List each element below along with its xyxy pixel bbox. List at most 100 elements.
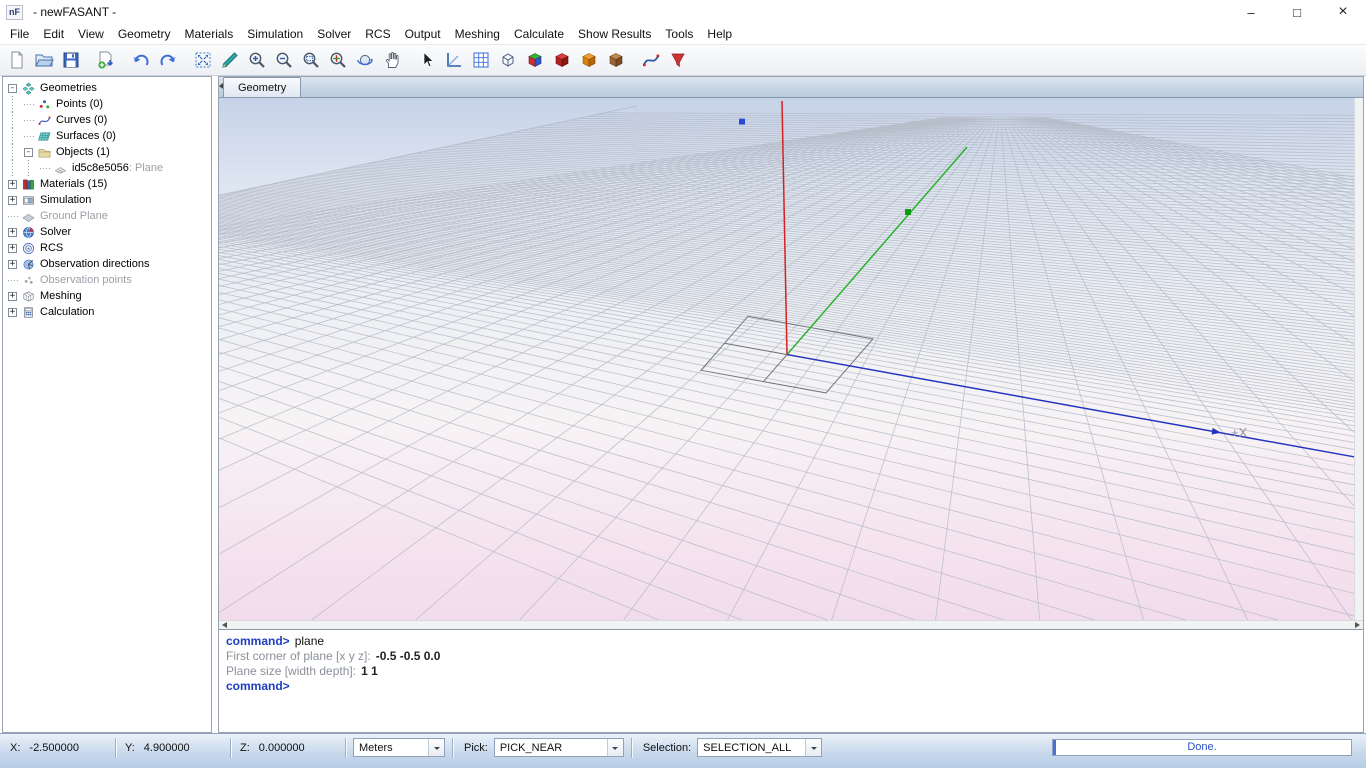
tree-item-objects-1[interactable]: -Objects (1) [3, 144, 211, 160]
ortho-lines-button[interactable] [440, 47, 467, 74]
new-file-button[interactable] [3, 47, 30, 74]
ground-icon [22, 209, 36, 223]
paint-brush-button[interactable] [216, 47, 243, 74]
minimize-button[interactable]: – [1228, 0, 1274, 24]
menu-materials[interactable]: Materials [178, 25, 241, 43]
menu-edit[interactable]: Edit [36, 25, 71, 43]
units-dropdown[interactable]: Meters [353, 738, 445, 757]
save-button[interactable] [57, 47, 84, 74]
surfaces-icon [38, 129, 52, 143]
tree-item-points-0[interactable]: Points (0) [3, 96, 211, 112]
cube-brown-button[interactable] [602, 47, 629, 74]
tree-item-rcs[interactable]: +RCS [3, 240, 211, 256]
menu-simulation[interactable]: Simulation [240, 25, 310, 43]
tree-guide [8, 112, 24, 128]
menu-file[interactable]: File [3, 25, 36, 43]
tree-item-label: Materials (15) [40, 178, 107, 190]
menu-meshing[interactable]: Meshing [448, 25, 507, 43]
expand-toggle[interactable]: + [8, 260, 17, 269]
tree-item-surfaces-0[interactable]: Surfaces (0) [3, 128, 211, 144]
menu-geometry[interactable]: Geometry [111, 25, 178, 43]
tree-item-observation-directions[interactable]: +Observation directions [3, 256, 211, 272]
zoom-in-button[interactable] [243, 47, 270, 74]
tree-item-solver[interactable]: +Solver [3, 224, 211, 240]
viewport-canvas[interactable]: +X [219, 98, 1354, 620]
select-cursor-button[interactable] [413, 47, 440, 74]
viewport-3d[interactable]: +X [219, 98, 1354, 620]
console-echo-label: Plane size [width depth]: [226, 664, 356, 678]
menu-view[interactable]: View [71, 25, 111, 43]
cube-orange-button[interactable] [575, 47, 602, 74]
menu-solver[interactable]: Solver [310, 25, 358, 43]
redo-button[interactable] [154, 47, 181, 74]
tree-item-materials-15[interactable]: + Materials (15) [3, 176, 211, 192]
tab-geometry[interactable]: Geometry [223, 77, 301, 97]
cube-wireframe-button[interactable] [494, 47, 521, 74]
main-area: -GeometriesPoints (0)Curves (0)Surfaces … [0, 76, 1366, 733]
pan-hand-button[interactable] [378, 47, 405, 74]
pick-mode-dropdown[interactable]: PICK_NEAR [494, 738, 624, 757]
cube-red-button[interactable] [548, 47, 575, 74]
chevron-down-icon[interactable] [805, 739, 821, 756]
viewport-vertical-scrollbar[interactable] [1354, 98, 1363, 620]
cube-shaded-button[interactable] [521, 47, 548, 74]
import-model-button[interactable] [92, 47, 119, 74]
maximize-button[interactable]: □ [1274, 0, 1320, 24]
zoom-window-button[interactable] [297, 47, 324, 74]
curve-tool-button[interactable] [637, 47, 664, 74]
cone-tool-button[interactable] [664, 47, 691, 74]
objects-icon [38, 145, 52, 159]
window-title: - newFASANT - [33, 5, 116, 19]
chevron-down-icon[interactable] [428, 739, 444, 756]
selection-mode-dropdown[interactable]: SELECTION_ALL [697, 738, 822, 757]
tree-item-simulation[interactable]: +Simulation [3, 192, 211, 208]
collapse-toggle[interactable]: - [8, 84, 17, 93]
command-text: plane [295, 634, 324, 648]
expand-toggle[interactable]: + [8, 308, 17, 317]
expand-toggle[interactable]: + [8, 292, 17, 301]
tree-item-observation-points[interactable]: Observation points [3, 272, 211, 288]
fit-view-button[interactable] [189, 47, 216, 74]
menu-help[interactable]: Help [700, 25, 739, 43]
command-console[interactable]: command>planeFirst corner of plane [x y … [219, 629, 1363, 732]
tree-item-calculation[interactable]: +Calculation [3, 304, 211, 320]
open-folder-button[interactable] [30, 47, 57, 74]
tree-item-curves-0[interactable]: Curves (0) [3, 112, 211, 128]
chevron-down-icon[interactable] [607, 739, 623, 756]
selection-value: SELECTION_ALL [698, 742, 805, 754]
tab-scroll-left-icon[interactable] [219, 83, 223, 89]
tree-item-ground-plane[interactable]: Ground Plane [3, 208, 211, 224]
grid-view-button[interactable] [467, 47, 494, 74]
menu-calculate[interactable]: Calculate [507, 25, 571, 43]
menu-rcs[interactable]: RCS [358, 25, 397, 43]
expand-toggle[interactable]: + [8, 244, 17, 253]
plane-icon [54, 161, 68, 175]
pick-label: Pick: [464, 742, 488, 754]
expand-toggle[interactable]: + [8, 228, 17, 237]
new-file-icon [7, 50, 27, 70]
undo-button[interactable] [127, 47, 154, 74]
expand-toggle[interactable]: + [8, 180, 17, 189]
tree-item-id5c8e5056[interactable]: id5c8e5056 : Plane [3, 160, 211, 176]
menu-output[interactable]: Output [398, 25, 448, 43]
progress-label: Done. [1053, 741, 1351, 753]
menu-tools[interactable]: Tools [658, 25, 700, 43]
tree-item-meshing[interactable]: +Meshing [3, 288, 211, 304]
viewport-horizontal-scrollbar[interactable] [219, 620, 1363, 629]
scroll-right-icon[interactable] [1355, 622, 1360, 628]
close-button[interactable]: × [1320, 0, 1366, 24]
zoom-extents-button[interactable] [324, 47, 351, 74]
expand-toggle[interactable]: + [8, 196, 17, 205]
zoom-out-button[interactable] [270, 47, 297, 74]
window-controls: – □ × [1228, 0, 1366, 24]
cursor-z-coordinate: Z: 0.000000 [238, 742, 338, 754]
orbit-view-button[interactable] [351, 47, 378, 74]
tree-item-geometries[interactable]: -Geometries [3, 80, 211, 96]
scroll-left-icon[interactable] [222, 622, 227, 628]
collapse-toggle[interactable]: - [24, 148, 33, 157]
menu-show-results[interactable]: Show Results [571, 25, 658, 43]
x-axis-label: +X [1231, 425, 1248, 440]
open-folder-icon [34, 50, 54, 70]
save-icon [61, 50, 81, 70]
separator [631, 738, 632, 758]
